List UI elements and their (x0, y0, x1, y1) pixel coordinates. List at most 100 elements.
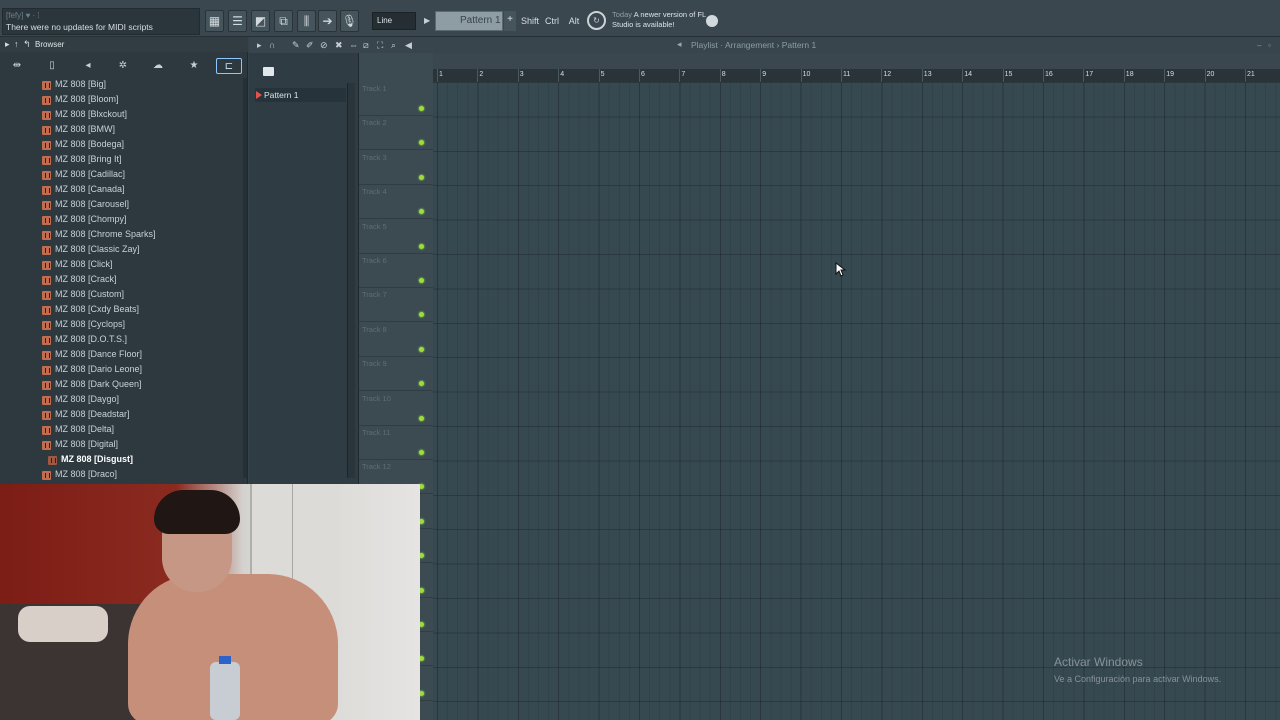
browser-item[interactable]: MZ 808 [Cadillac] (42, 168, 242, 183)
browser-item[interactable]: MZ 808 [Carousel] (42, 198, 242, 213)
browser-scrollbar[interactable] (243, 78, 247, 478)
browser-item[interactable]: MZ 808 [Custom] (42, 288, 242, 303)
track-header[interactable]: Track 9 (359, 357, 433, 392)
browser-item[interactable]: MZ 808 [Chompy] (42, 213, 242, 228)
arrow-right-icon[interactable]: ➔ (318, 10, 337, 32)
playlist-grid[interactable] (433, 82, 1280, 720)
gear-icon[interactable]: ✲ (113, 58, 133, 74)
pattern-item[interactable]: Pattern 1 (255, 88, 346, 102)
track-mute-led[interactable] (419, 450, 424, 455)
browser-item[interactable]: MZ 808 [BMW] (42, 123, 242, 138)
playlist-icon[interactable]: ▦ (205, 10, 224, 32)
paint-icon[interactable]: ✐ (306, 40, 314, 51)
track-mute-led[interactable] (419, 346, 424, 352)
select-icon[interactable]: ⛶ (377, 40, 383, 51)
news-icon[interactable]: ↻ (587, 11, 606, 30)
browser-item[interactable]: MZ 808 [Daygo] (42, 393, 242, 408)
pattern-scrollbar[interactable] (347, 83, 355, 478)
add-pattern-button[interactable]: + (504, 11, 516, 31)
track-mute-led[interactable] (419, 381, 424, 387)
slice-icon[interactable]: ⧄ (363, 40, 369, 51)
track-header[interactable]: Track 10 (359, 392, 433, 426)
browser-item[interactable]: MZ 808 [Digital] (42, 438, 242, 453)
track-mute-led[interactable] (419, 174, 424, 180)
track-mute-led[interactable] (419, 106, 424, 111)
browser-item[interactable]: MZ 808 [Dance Floor] (42, 348, 242, 363)
ruler-number: 16 (1045, 71, 1053, 78)
time-ruler[interactable]: 1 2 3 4 5 6 7 8 9 10 11 12 13 14 15 16 17 18 19 20 21 (433, 69, 1280, 82)
browser-item[interactable]: MZ 808 [Classic Zay] (42, 243, 242, 258)
track-header[interactable]: Track 7 (359, 288, 433, 323)
browser-item[interactable]: MZ 808 [Click] (42, 258, 242, 273)
mute-icon[interactable]: ✖ (335, 40, 343, 51)
browser-item[interactable]: MZ 808 [Dario Leone] (42, 363, 242, 378)
menu-arrow-icon[interactable]: ▸ (5, 39, 10, 50)
track-mute-led[interactable] (419, 278, 424, 283)
alt-key-button[interactable]: Alt (564, 11, 584, 31)
cloud-icon[interactable]: ☁ (148, 58, 168, 74)
track-mute-led[interactable] (419, 415, 424, 421)
maximize-icon[interactable]: ▫ (1268, 41, 1271, 50)
zoom-icon[interactable]: ⌕ (391, 40, 396, 51)
folder-icon (42, 441, 51, 450)
mixer-icon[interactable]: ⧉ (274, 10, 293, 32)
browser-item[interactable]: MZ 808 [Chrome Sparks] (42, 228, 242, 243)
playlist-menu-icon[interactable]: ▸ (257, 40, 262, 51)
microphone-icon[interactable]: 🎙 (340, 10, 359, 32)
browser-item[interactable]: MZ 808 [Dark Queen] (42, 378, 242, 393)
track-header[interactable]: Track 3 (359, 151, 433, 185)
browser-item[interactable]: MZ 808 [Disgust] (48, 453, 248, 468)
browser-item[interactable]: MZ 808 [Draco] (42, 468, 242, 483)
track-mute-led[interactable] (419, 140, 424, 146)
pencil-icon[interactable]: ✎ (292, 40, 300, 51)
browser-item[interactable]: MZ 808 [Blxckout] (42, 108, 242, 123)
browser-item[interactable]: MZ 808 [Canada] (42, 183, 242, 198)
track-label: Track 3 (362, 152, 387, 162)
playlist-overview[interactable] (359, 53, 1280, 69)
track-header[interactable]: Track 5 (359, 220, 433, 254)
browser-item[interactable]: MZ 808 [Delta] (42, 423, 242, 438)
snap-select[interactable]: Line (372, 12, 416, 30)
browser-item[interactable]: MZ 808 [Cyclops] (42, 318, 242, 333)
track-mute-led[interactable] (419, 312, 424, 318)
back-arrow-icon[interactable]: ↑ (14, 39, 19, 49)
browser-item[interactable]: MZ 808 [Crack] (42, 273, 242, 288)
track-mute-led[interactable] (419, 243, 424, 249)
nav-icon[interactable]: ↰ (23, 39, 31, 50)
track-header[interactable]: Track 2 (359, 116, 433, 151)
track-header[interactable]: Track 8 (359, 323, 433, 357)
piano-icon[interactable] (263, 67, 274, 76)
shift-key-button[interactable]: Shift (520, 11, 540, 31)
track-header[interactable]: Track 6 (359, 254, 433, 288)
piano-roll-icon[interactable]: ◩ (251, 10, 270, 32)
track-header[interactable]: Track 4 (359, 185, 433, 220)
browser-item[interactable]: MZ 808 [Bodega] (42, 138, 242, 153)
star-icon[interactable]: ★ (184, 58, 204, 74)
browser-item[interactable]: MZ 808 [Cxdy Beats] (42, 303, 242, 318)
browser-item[interactable]: MZ 808 [Bloom] (42, 93, 242, 108)
folder-view-icon[interactable]: ⊏ (216, 58, 242, 74)
collapse-icon[interactable]: ⇹ (7, 58, 27, 74)
track-header[interactable]: Track 11 (359, 426, 433, 460)
news-panel[interactable]: Today A newer version of FL Studio is av… (612, 10, 707, 30)
track-header[interactable]: Track 1 (359, 82, 433, 116)
pattern-selector[interactable]: Pattern 1 (435, 11, 503, 31)
fader-icon[interactable]: ⫼ (297, 10, 316, 32)
browser-item[interactable]: MZ 808 [Deadstar] (42, 408, 242, 423)
channel-rack-icon[interactable]: ☰ (228, 10, 247, 32)
ctrl-key-button[interactable]: Ctrl (542, 11, 562, 31)
playlist-nav-icon[interactable]: ◂ (677, 39, 682, 50)
pattern-play-icon[interactable]: ▶ (424, 13, 434, 29)
browser-item[interactable]: MZ 808 [Bring It] (42, 153, 242, 168)
slip-icon[interactable]: ⇔ (349, 40, 358, 50)
file-icon[interactable]: ▯ (42, 58, 62, 74)
track-mute-led[interactable] (419, 209, 424, 215)
minimize-icon[interactable]: – (1257, 41, 1261, 50)
browser-item[interactable]: MZ 808 [D.O.T.S.] (42, 333, 242, 348)
plugin-icon[interactable]: ◂ (78, 58, 98, 74)
globe-icon[interactable] (706, 15, 718, 27)
magnet-icon[interactable]: ∩ (269, 40, 275, 50)
playback-icon[interactable]: ◀ (405, 40, 412, 51)
browser-item[interactable]: MZ 808 [Big] (42, 78, 242, 93)
delete-icon[interactable]: ⊘ (320, 40, 328, 51)
